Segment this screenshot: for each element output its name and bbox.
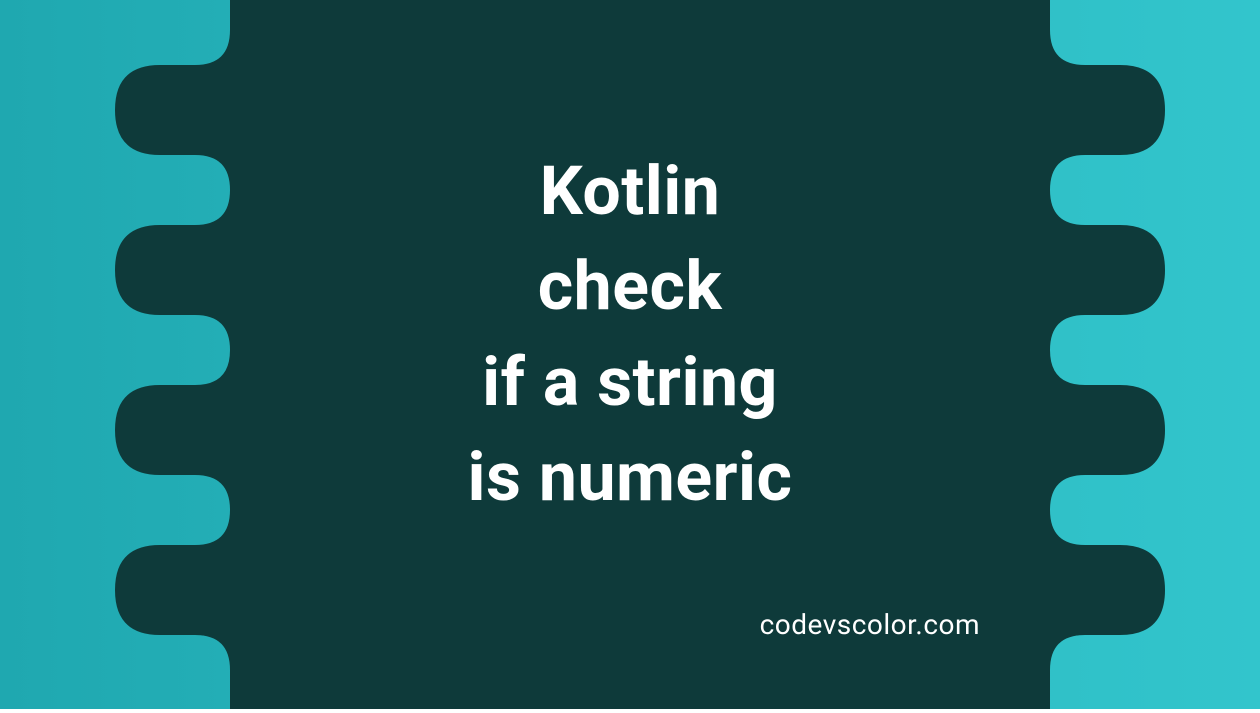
title-line-3: if a string <box>468 335 793 430</box>
title-line-2: check <box>468 239 793 334</box>
title-line-1: Kotlin <box>468 144 793 239</box>
content-area: Kotlin check if a string is numeric <box>468 144 793 565</box>
title-line-4: is numeric <box>468 430 793 525</box>
banner-container: Kotlin check if a string is numeric code… <box>0 0 1260 709</box>
banner-title: Kotlin check if a string is numeric <box>468 144 793 525</box>
attribution-text: codevscolor.com <box>760 608 980 641</box>
